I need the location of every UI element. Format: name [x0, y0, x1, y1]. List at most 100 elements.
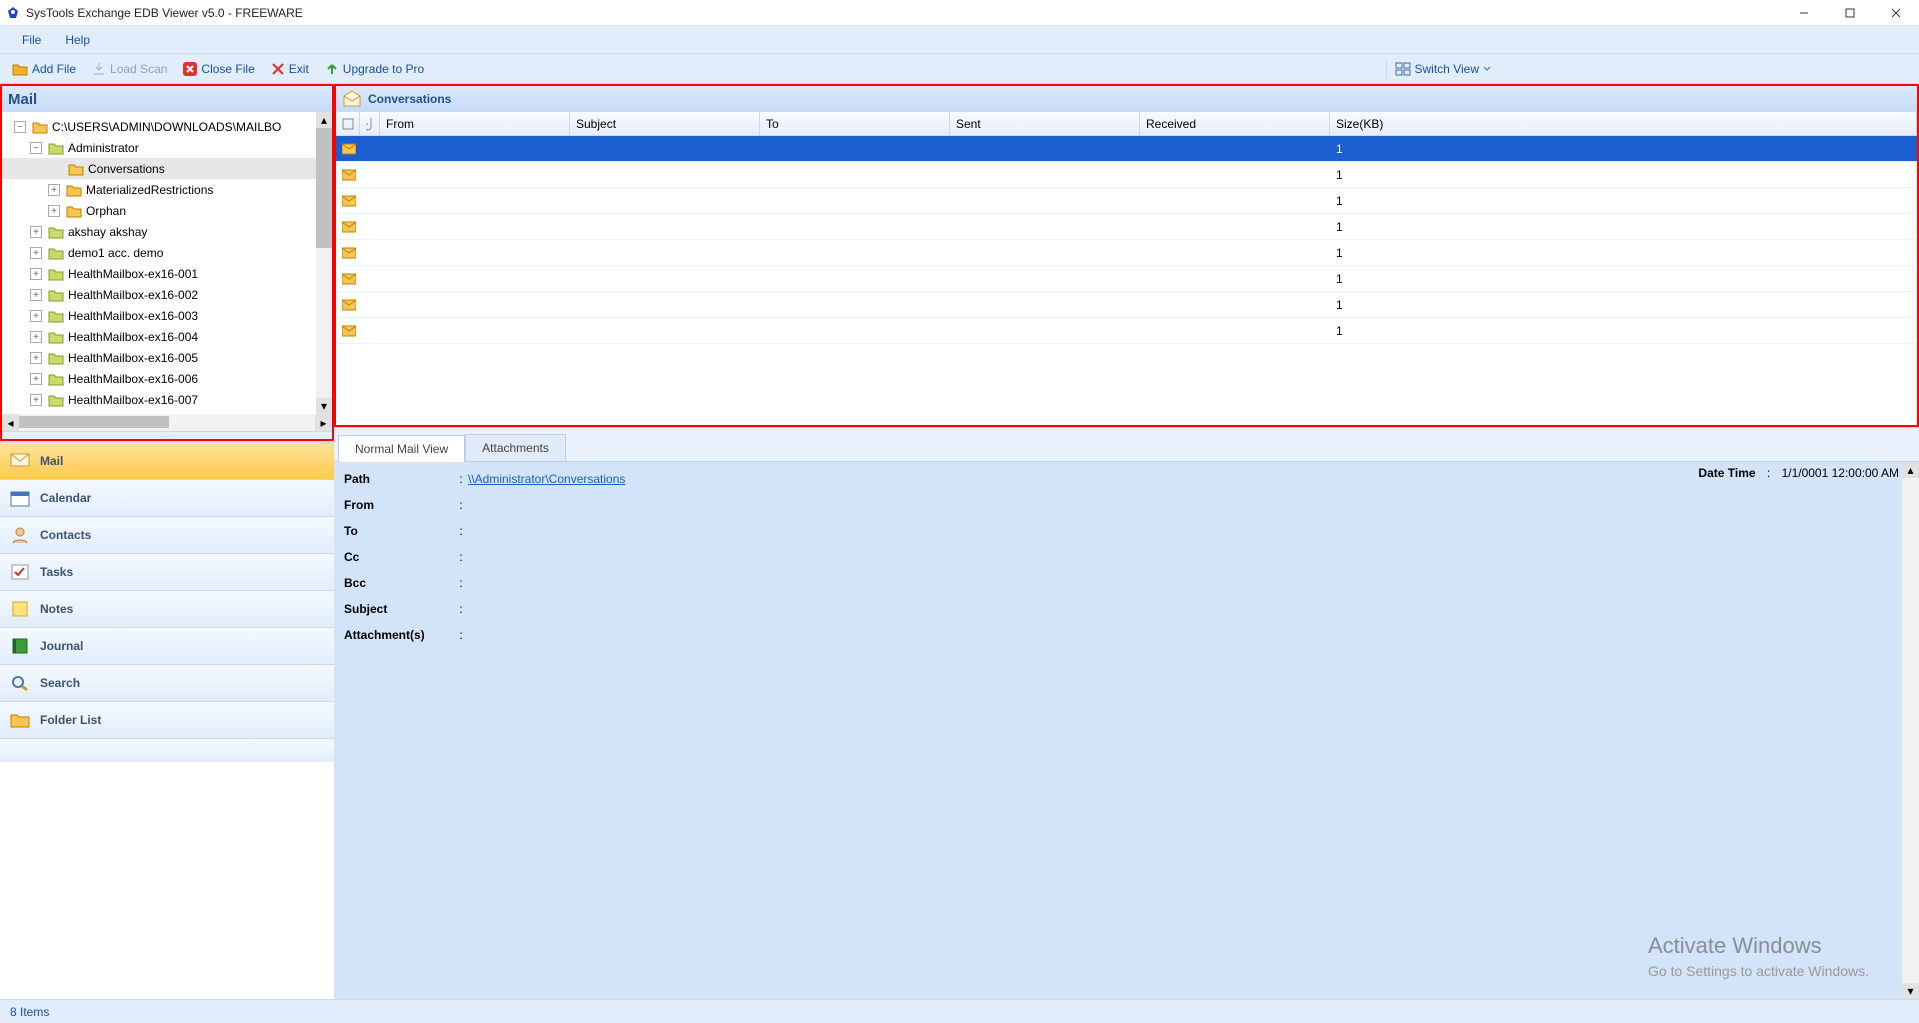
tree-administrator[interactable]: − Administrator [2, 137, 332, 158]
col-received[interactable]: Received [1140, 112, 1330, 135]
scroll-down-icon[interactable]: ▾ [1902, 983, 1919, 999]
table-row[interactable]: 1 [336, 240, 1917, 266]
expand-icon[interactable]: + [48, 205, 60, 217]
path-label: Path [344, 472, 454, 486]
nav-contacts[interactable]: Contacts [0, 516, 334, 553]
window-controls [1781, 0, 1919, 26]
bcc-label: Bcc [344, 576, 454, 590]
add-file-button[interactable]: Add File [4, 60, 84, 78]
expand-icon[interactable]: + [30, 289, 42, 301]
datetime-value: 1/1/0001 12:00:00 AM [1782, 466, 1899, 480]
tree-orphan[interactable]: + Orphan [2, 200, 332, 221]
scroll-up-icon[interactable]: ▴ [316, 112, 332, 128]
envelope-icon [342, 221, 360, 233]
nav-calendar[interactable]: Calendar [0, 479, 334, 516]
grid-header: From Subject To Sent Received Size(KB) [336, 112, 1917, 136]
table-row[interactable]: 1 [336, 188, 1917, 214]
collapse-icon[interactable]: − [14, 121, 26, 133]
expand-icon[interactable]: + [30, 394, 42, 406]
expand-icon[interactable]: + [30, 268, 42, 280]
tree-conversations[interactable]: Conversations [2, 158, 332, 179]
table-row[interactable]: 1 [336, 318, 1917, 344]
col-subject[interactable]: Subject [570, 112, 760, 135]
tree-root[interactable]: − C:\USERS\ADMIN\DOWNLOADS\MAILBO [2, 116, 332, 137]
preview-vscrollbar[interactable]: ▴ ▾ [1902, 462, 1919, 999]
scroll-up-icon[interactable]: ▴ [1902, 462, 1919, 478]
folder-icon [68, 162, 84, 176]
table-row[interactable]: 1 [336, 162, 1917, 188]
scroll-thumb[interactable] [316, 128, 332, 248]
col-sent[interactable]: Sent [950, 112, 1140, 135]
close-button[interactable] [1873, 0, 1919, 26]
minimize-button[interactable] [1781, 0, 1827, 26]
tree-mailbox-item[interactable]: +HealthMailbox-ex16-001 [2, 263, 332, 284]
expand-icon[interactable]: + [30, 226, 42, 238]
col-type-icon[interactable] [336, 112, 360, 135]
upgrade-button[interactable]: Upgrade to Pro [317, 60, 432, 78]
nav-tasks[interactable]: Tasks [0, 553, 334, 590]
collapse-icon[interactable]: − [30, 142, 42, 154]
menu-help[interactable]: Help [53, 29, 102, 51]
activate-windows-watermark: Activate Windows Go to Settings to activ… [1648, 933, 1869, 979]
mail-tree-panel: Mail − C:\USERS\ADMIN\DOWNLOADS\MAILBO −… [0, 84, 334, 441]
tree-mailbox-item[interactable]: +HealthMailbox-ex16-005 [2, 347, 332, 368]
nav-folder-list[interactable]: Folder List [0, 701, 334, 738]
menu-file[interactable]: File [10, 29, 53, 51]
col-to[interactable]: To [760, 112, 950, 135]
expand-icon[interactable]: + [30, 373, 42, 385]
splitter-handle[interactable]: ····· [2, 431, 332, 439]
tab-normal-mail[interactable]: Normal Mail View [338, 435, 465, 462]
cell-size: 1 [1330, 324, 1917, 338]
table-row[interactable]: 1 [336, 214, 1917, 240]
scroll-right-icon[interactable]: ▸ [315, 414, 332, 431]
expand-icon[interactable]: + [30, 247, 42, 259]
folder-plus-icon [12, 62, 28, 76]
mailbox-icon [48, 267, 64, 281]
tree-hscrollbar[interactable]: ◂ ▸ [2, 414, 332, 431]
envelope-icon [342, 195, 360, 207]
scroll-left-icon[interactable]: ◂ [2, 414, 19, 431]
tree-mailbox-item[interactable]: +HealthMailbox-ex16-004 [2, 326, 332, 347]
folder-icon [66, 204, 82, 218]
switch-view-button[interactable]: Switch View [1387, 60, 1499, 78]
grid-body[interactable]: 11111111 [336, 136, 1917, 425]
col-from[interactable]: From [380, 112, 570, 135]
tree-mailbox-item[interactable]: +HealthMailbox-ex16-006 [2, 368, 332, 389]
folder-icon [10, 711, 30, 729]
tree-mailbox-item[interactable]: +demo1 acc. demo [2, 242, 332, 263]
nav-mail[interactable]: Mail [0, 442, 334, 479]
expand-icon[interactable]: + [30, 352, 42, 364]
col-size[interactable]: Size(KB) [1330, 112, 1917, 135]
scroll-down-icon[interactable]: ▾ [316, 398, 332, 414]
table-row[interactable]: 1 [336, 292, 1917, 318]
scroll-thumb[interactable] [19, 416, 169, 428]
tree-mailbox-item[interactable]: +HealthMailbox-ex16-003 [2, 305, 332, 326]
table-row[interactable]: 1 [336, 136, 1917, 162]
notes-icon [10, 600, 30, 618]
maximize-button[interactable] [1827, 0, 1873, 26]
tree-mailbox-item[interactable]: +HealthMailbox-ex16-002 [2, 284, 332, 305]
envelope-icon [10, 452, 30, 470]
tree-materialized[interactable]: + MaterializedRestrictions [2, 179, 332, 200]
exit-button[interactable]: Exit [263, 60, 317, 78]
tasks-icon [10, 563, 30, 581]
tree-vscrollbar[interactable]: ▴ ▾ [316, 112, 332, 414]
table-row[interactable]: 1 [336, 266, 1917, 292]
path-link[interactable]: \\Administrator\Conversations [468, 472, 625, 486]
expand-icon[interactable]: + [30, 310, 42, 322]
load-scan-button[interactable]: Load Scan [84, 60, 175, 78]
close-file-button[interactable]: Close File [175, 60, 262, 78]
datetime-row: Date Time : 1/1/0001 12:00:00 AM [1698, 466, 1899, 480]
expand-icon[interactable]: + [30, 331, 42, 343]
subject-label: Subject [344, 602, 454, 616]
nav-notes[interactable]: Notes [0, 590, 334, 627]
col-attach-icon[interactable] [360, 112, 380, 135]
conversations-header: Conversations [336, 86, 1917, 112]
expand-icon[interactable]: + [48, 184, 60, 196]
tree-mailbox-item[interactable]: +HealthMailbox-ex16-007 [2, 389, 332, 410]
folder-tree[interactable]: − C:\USERS\ADMIN\DOWNLOADS\MAILBO − Admi… [2, 112, 332, 414]
tree-mailbox-item[interactable]: +akshay akshay [2, 221, 332, 242]
tab-attachments[interactable]: Attachments [465, 434, 566, 461]
nav-search[interactable]: Search [0, 664, 334, 701]
nav-journal[interactable]: Journal [0, 627, 334, 664]
